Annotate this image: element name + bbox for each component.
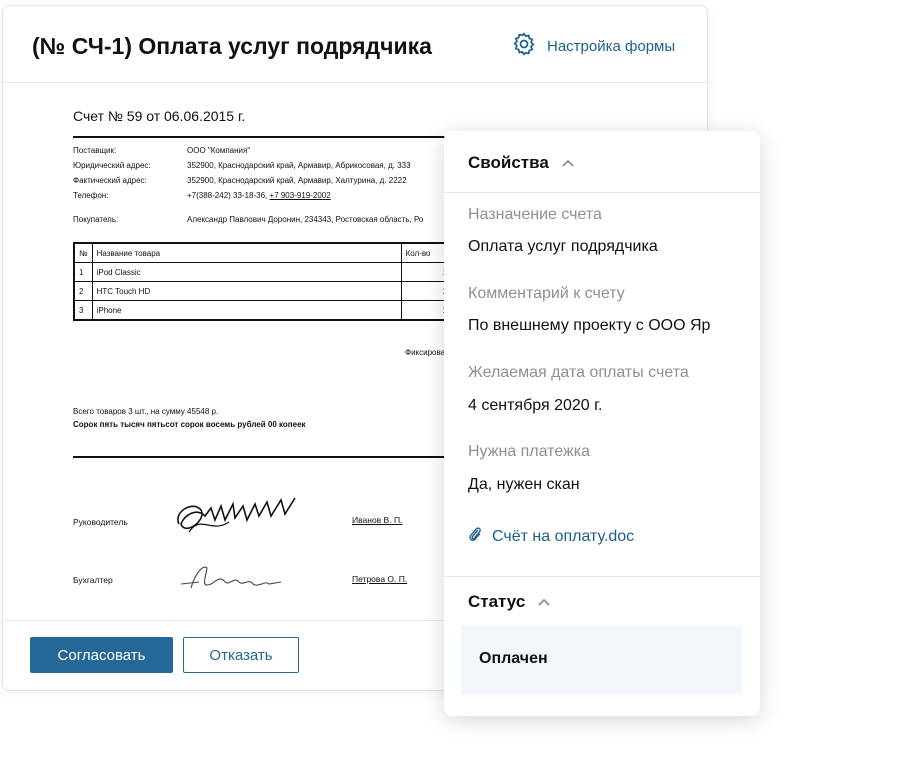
chevron-up-icon xyxy=(537,592,551,612)
status-section-toggle[interactable]: Статус xyxy=(468,592,551,612)
invoice-divider xyxy=(73,136,463,138)
accountant-label: Бухгалтер xyxy=(73,575,113,585)
section-divider xyxy=(444,192,760,193)
section-divider xyxy=(444,576,760,577)
page-title: (№ СЧ-1) Оплата услуг подрядчика xyxy=(32,33,432,59)
field-value: Оплата услуг подрядчика xyxy=(468,238,658,255)
director-label: Руководитель xyxy=(73,517,128,527)
paperclip-icon xyxy=(468,525,482,548)
accountant-name: Петрова О. П. xyxy=(352,574,408,584)
legal-address-row: Юридический адрес: 352900, Краснодарский … xyxy=(73,161,411,170)
field-value: 4 сентября 2020 г. xyxy=(468,397,603,414)
form-settings-label: Настройка формы xyxy=(547,37,676,55)
properties-section-toggle[interactable]: Свойства xyxy=(468,153,575,173)
buyer-row: Покупатель: Александр Павлович Доронин, 2… xyxy=(73,215,424,224)
field-label: Комментарий к счету xyxy=(468,285,625,302)
table-cell: 3 xyxy=(73,300,93,321)
total-words: Сорок пять тысяч пятьсот сорок восемь ру… xyxy=(73,420,306,429)
supplier-row: Поставщик: ООО "Компания" xyxy=(73,146,251,155)
actual-address-row: Фактический адрес: 352900, Краснодарский … xyxy=(73,176,407,185)
reject-button[interactable]: Отказать xyxy=(183,637,299,673)
goods-table: № Название товара Кол-во 1 iPod Classic … xyxy=(73,242,453,321)
table-row: 1 iPod Classic 1 xyxy=(73,262,453,282)
accountant-signature-image xyxy=(180,566,282,589)
table-cell: iPod Classic xyxy=(91,262,402,282)
field-label: Желаемая дата оплаты счета xyxy=(468,364,689,381)
gear-icon xyxy=(511,31,537,61)
properties-panel: Свойства Назначение счета Оплата услуг п… xyxy=(444,131,760,716)
invoice-divider xyxy=(73,456,463,458)
table-cell: iPhone xyxy=(91,300,402,321)
attachment-name: Счёт на оплату.doc xyxy=(492,527,635,545)
table-header: Название товара xyxy=(91,242,402,263)
table-row: 3 iPhone 1 xyxy=(73,300,453,321)
status-box: Оплачен xyxy=(461,625,742,695)
total-line: Всего товаров 3 шт., на сумму 45548 р. xyxy=(73,407,219,416)
field-value: По внешнему проекту с ООО Яр xyxy=(468,317,711,334)
table-cell: HTC Touch HD xyxy=(91,281,402,301)
phone-row: Телефон: +7(388-242) 33-18-36, +7 903-919… xyxy=(73,191,331,200)
field-label: Назначение счета xyxy=(468,206,602,223)
status-value: Оплачен xyxy=(479,650,548,667)
attachment-link[interactable]: Счёт на оплату.doc xyxy=(468,525,634,548)
table-cell: 2 xyxy=(73,281,93,301)
form-header: (№ СЧ-1) Оплата услуг подрядчика Настрой… xyxy=(3,6,707,83)
table-header-row: № Название товара Кол-во xyxy=(73,242,453,263)
chevron-up-icon xyxy=(561,153,575,173)
status-section-title: Статус xyxy=(468,592,526,611)
director-signature-image xyxy=(177,497,296,533)
field-value: Да, нужен скан xyxy=(468,476,580,493)
field-label: Нужна платежка xyxy=(468,443,590,460)
form-settings-link[interactable]: Настройка формы xyxy=(511,31,676,61)
fixed-label: Фиксирова xyxy=(405,348,446,357)
approve-button[interactable]: Согласовать xyxy=(30,637,173,673)
table-header: № xyxy=(73,242,93,263)
table-cell: 1 xyxy=(73,262,93,282)
invoice-title: Счет № 59 от 06.06.2015 г. xyxy=(73,108,246,124)
properties-section-title: Свойства xyxy=(468,153,549,172)
table-row: 2 HTC Touch HD 1 xyxy=(73,281,453,301)
director-name: Иванов В. П. xyxy=(352,515,403,525)
